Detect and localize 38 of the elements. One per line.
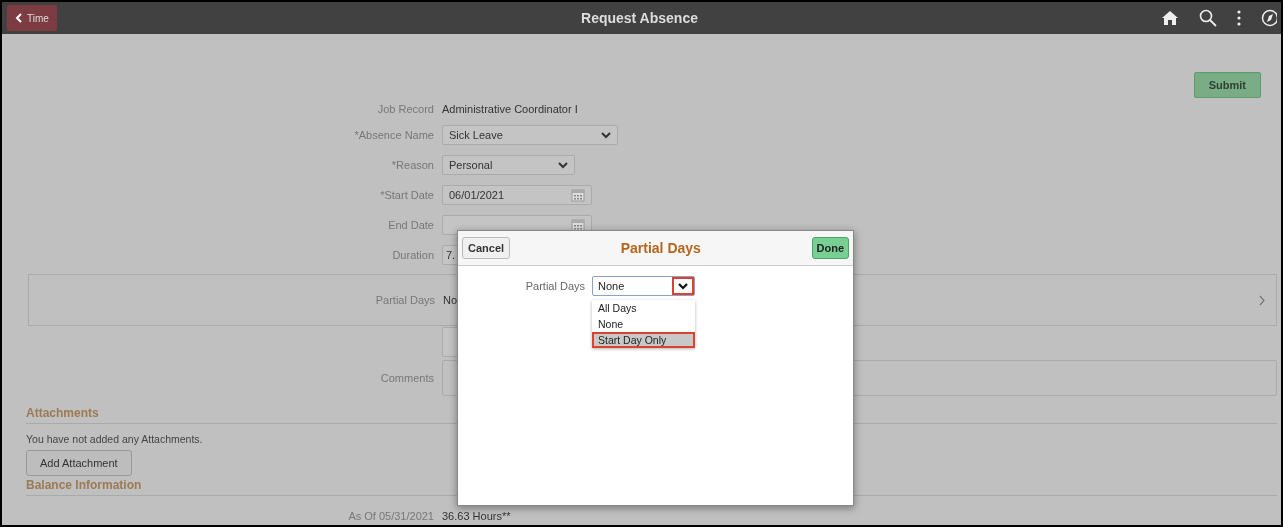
dropdown-option[interactable]: None xyxy=(592,316,695,332)
page-title: Request Absence xyxy=(581,10,698,26)
field-value: Administrative Coordinator I xyxy=(442,103,578,115)
select-field[interactable]: Sick Leave xyxy=(442,125,618,145)
back-button[interactable]: Time xyxy=(7,5,57,31)
dropdown-option[interactable]: Start Day Only xyxy=(592,332,695,348)
field-label: *Absence Name xyxy=(353,129,435,141)
field-label: End Date xyxy=(387,219,435,231)
search-icon[interactable] xyxy=(1199,9,1217,27)
chevron-down-icon xyxy=(558,161,568,169)
field-label: Comments xyxy=(379,372,435,384)
field-label: *Start Date xyxy=(379,189,435,201)
chevron-left-icon xyxy=(15,13,23,23)
home-icon[interactable] xyxy=(1161,10,1179,26)
date-field[interactable]: 06/01/2021 xyxy=(442,185,592,205)
field-label: Duration xyxy=(391,249,435,261)
field-value: 36.63 Hours** xyxy=(442,510,511,522)
field-label: Partial Days xyxy=(524,279,586,294)
compass-icon[interactable] xyxy=(1261,9,1277,27)
submit-button[interactable]: Submit xyxy=(1193,72,1261,98)
field-label: Partial Days xyxy=(374,294,436,306)
select-field[interactable]: None xyxy=(592,276,695,296)
field-label: As Of 05/31/2021 xyxy=(347,510,435,522)
field-label: Job Record xyxy=(376,103,435,115)
chevron-down-icon[interactable] xyxy=(672,277,694,295)
field-label: *Reason xyxy=(390,159,435,171)
calendar-icon[interactable] xyxy=(571,188,585,202)
attachments-message: You have not added any Attachments. xyxy=(26,433,204,445)
more-icon[interactable] xyxy=(1237,10,1241,26)
add-attachment-button[interactable]: Add Attachment xyxy=(26,450,132,476)
done-button[interactable]: Done xyxy=(811,237,849,259)
dialog-title: Partial Days xyxy=(619,240,702,256)
field-value: No xyxy=(443,294,458,306)
cancel-button[interactable]: Cancel xyxy=(462,237,511,259)
select-field[interactable]: Personal xyxy=(442,155,575,175)
dropdown-option[interactable]: All Days xyxy=(592,300,695,316)
chevron-right-icon xyxy=(1259,294,1266,306)
chevron-down-icon xyxy=(601,131,611,139)
